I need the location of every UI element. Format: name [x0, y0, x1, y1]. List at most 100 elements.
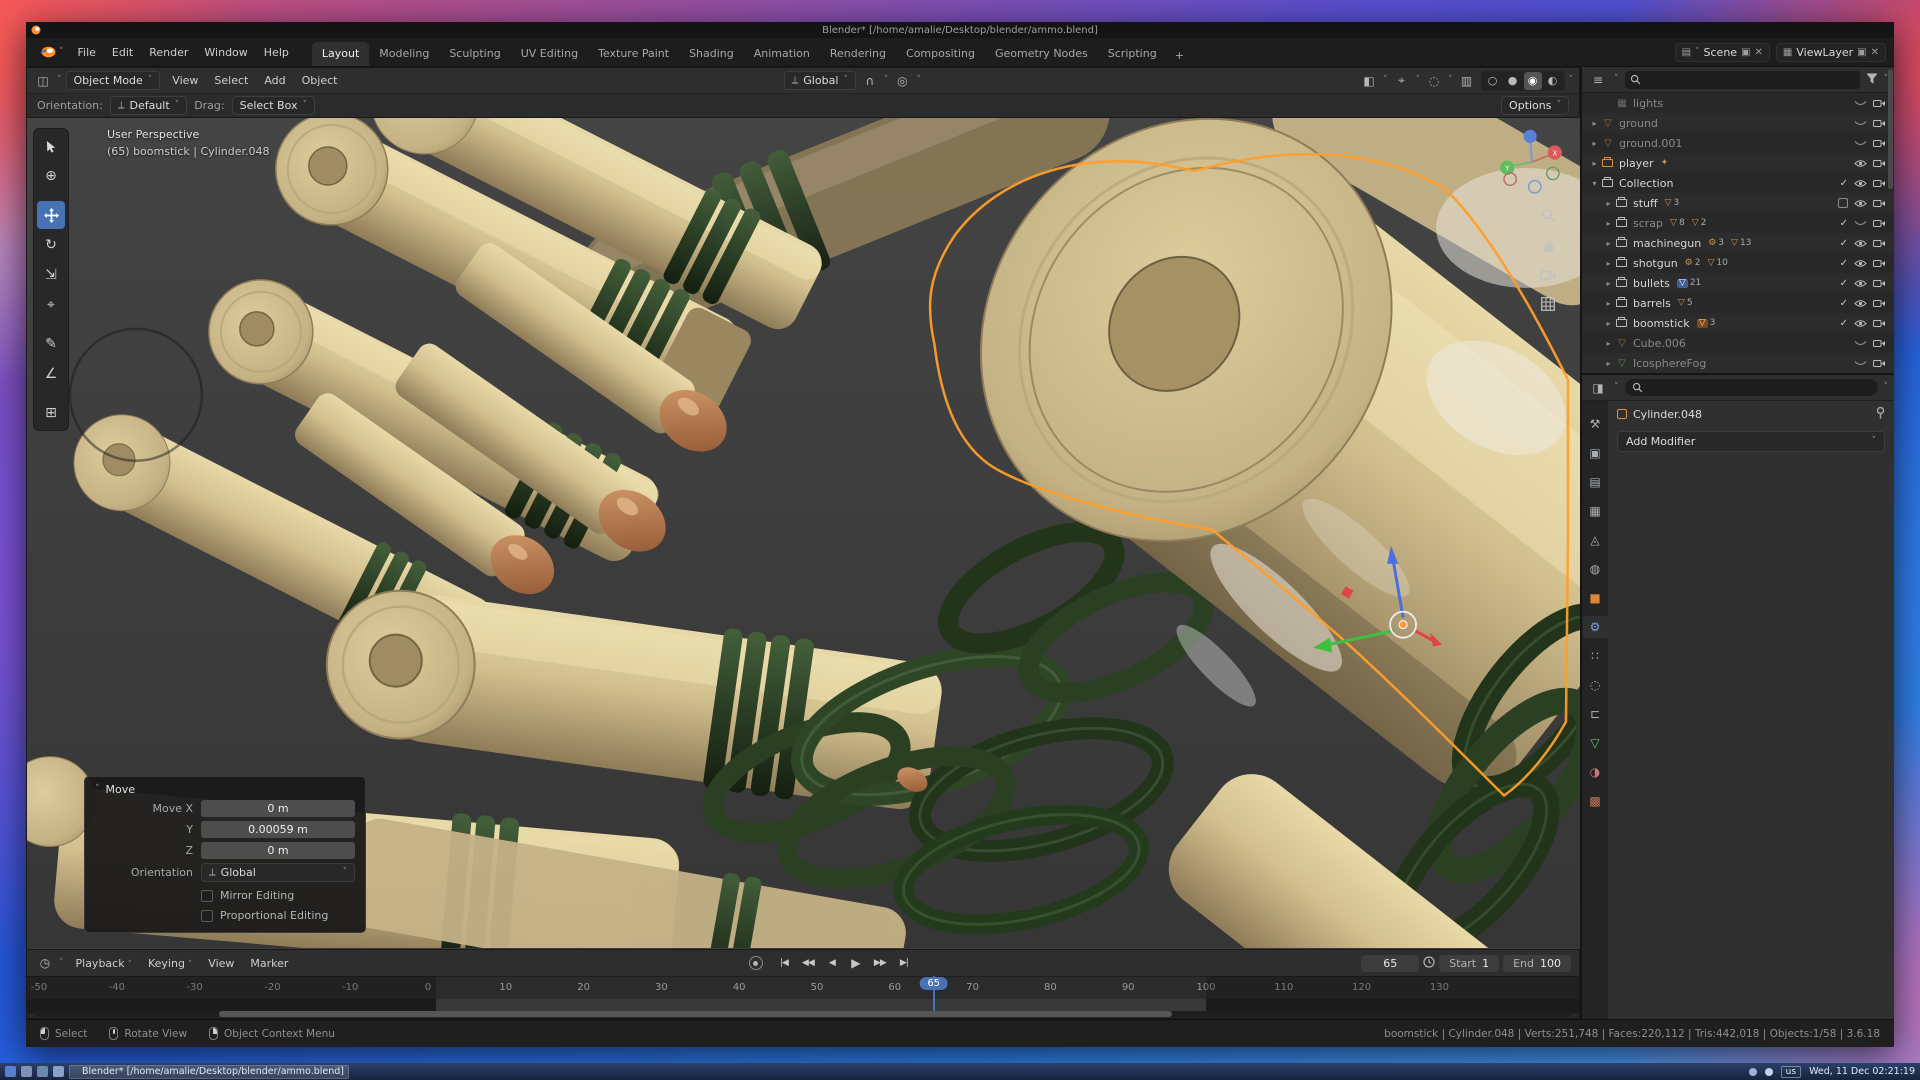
pin-icon[interactable] [1876, 407, 1885, 422]
outliner-row-machinegun[interactable]: ▸machinegun⚙3▽13✓ [1582, 233, 1894, 253]
auto-key-button[interactable] [749, 956, 763, 970]
expand-arrow-icon[interactable]: ▸ [1602, 339, 1615, 348]
camera-toggle-icon[interactable] [1873, 359, 1886, 368]
next-keyframe-button[interactable]: ▶▶ [869, 954, 891, 972]
viewport-menu-add[interactable]: Add [256, 71, 293, 90]
hide-toggle-icon[interactable] [1854, 140, 1867, 147]
check-toggle-icon[interactable]: ✓ [1840, 218, 1848, 229]
scene-selector[interactable]: ▤˅ Scene ▣ ✕ [1675, 43, 1770, 62]
tool-cursor[interactable]: ⊕ [37, 162, 65, 190]
transform-orientation-dropdown[interactable]: ⟂ Global˅ [784, 71, 856, 90]
use-preview-range-icon[interactable] [1423, 956, 1435, 971]
checkbox-icon[interactable] [201, 890, 213, 902]
workspace-tab-geometry-nodes[interactable]: Geometry Nodes [985, 42, 1098, 66]
tool-annotate[interactable]: ✎ [37, 330, 65, 358]
check-toggle-icon[interactable]: ✓ [1840, 238, 1848, 249]
taskbar-app-icon[interactable] [21, 1066, 32, 1077]
properties-tab-modifiers[interactable]: ⚙ [1583, 616, 1608, 638]
camera-toggle-icon[interactable] [1873, 179, 1886, 188]
tool-transform[interactable]: ⌖ [37, 291, 65, 319]
viewport-menu-view[interactable]: View [164, 71, 206, 90]
timeline-menu-playback[interactable]: Playback ˅ [68, 954, 140, 973]
hide-toggle-icon[interactable] [1854, 120, 1867, 127]
outliner-row-icospherefog[interactable]: ▸▽IcosphereFog [1582, 353, 1894, 373]
check-toggle-icon[interactable]: ✓ [1840, 258, 1848, 269]
tool-scale[interactable]: ⇲ [37, 261, 65, 289]
pan-hand-icon[interactable] [1541, 239, 1556, 257]
expand-arrow-icon[interactable]: ▸ [1602, 359, 1615, 368]
hide-toggle-icon[interactable] [1854, 360, 1867, 367]
overlays-icon[interactable]: ◌ [1424, 74, 1444, 88]
new-scene-icon[interactable]: ▣ [1741, 47, 1750, 58]
eye-toggle-icon[interactable] [1854, 319, 1867, 328]
eye-toggle-icon[interactable] [1854, 179, 1867, 188]
camera-toggle-icon[interactable] [1873, 339, 1886, 348]
shading-rendered-icon[interactable]: ◐ [1544, 72, 1562, 90]
checkbox-icon[interactable] [201, 910, 213, 922]
timeline-editor-icon[interactable]: ◷ [35, 956, 55, 970]
editor-type-icon[interactable]: ◫ [33, 74, 53, 88]
new-view-layer-icon[interactable]: ▣ [1857, 47, 1866, 58]
prev-keyframe-button[interactable]: ◀◀ [797, 954, 819, 972]
expand-arrow-icon[interactable]: ▸ [1602, 259, 1615, 268]
workspace-tab-texture-paint[interactable]: Texture Paint [588, 42, 679, 66]
hide-toggle-icon[interactable] [1854, 340, 1867, 347]
check-toggle-icon[interactable]: ✓ [1840, 318, 1848, 329]
properties-tab-texture[interactable]: ▩ [1583, 790, 1608, 812]
menu-file[interactable]: File [70, 43, 104, 62]
redo-checkbox-proportional-editing[interactable]: Proportional Editing [201, 909, 355, 922]
properties-tab-physics[interactable]: ◌ [1583, 674, 1608, 696]
timeline-scrollbar-thumb[interactable] [219, 1011, 1171, 1017]
camera-toggle-icon[interactable] [1873, 279, 1886, 288]
view-layer-selector[interactable]: ▦ ViewLayer ▣ ✕ [1776, 43, 1886, 62]
workspace-tab-sculpting[interactable]: Sculpting [439, 42, 510, 66]
eye-toggle-icon[interactable] [1854, 259, 1867, 268]
camera-toggle-icon[interactable] [1873, 319, 1886, 328]
workspace-tab-modeling[interactable]: Modeling [369, 42, 439, 66]
check-toggle-icon[interactable]: ✓ [1840, 178, 1848, 189]
outliner-row-collection[interactable]: ▾Collection✓ [1582, 173, 1894, 193]
shading-dropdown-icon[interactable]: ˅ [1569, 76, 1574, 85]
timeline-menu-keying[interactable]: Keying ˅ [140, 954, 200, 973]
menu-edit[interactable]: Edit [104, 43, 141, 62]
properties-tab-output[interactable]: ▤ [1583, 471, 1608, 493]
outliner-row-bullets[interactable]: ▸bullets▽21✓ [1582, 273, 1894, 293]
camera-toggle-icon[interactable] [1873, 219, 1886, 228]
timeline-menu-marker[interactable]: Marker [242, 954, 296, 973]
properties-tab-particles[interactable]: ∷ [1583, 645, 1608, 667]
redo-panel-move[interactable]: ˅ Move Move X0 mY0.00059 mZ0 m Orientati… [84, 776, 366, 933]
eye-toggle-icon[interactable] [1854, 299, 1867, 308]
close-view-layer-icon[interactable]: ✕ [1871, 47, 1879, 58]
play-button[interactable]: ▶ [845, 954, 867, 972]
properties-tab-render[interactable]: ▣ [1583, 442, 1608, 464]
taskbar-app-icon[interactable] [53, 1066, 64, 1077]
workspace-tab-compositing[interactable]: Compositing [896, 42, 985, 66]
properties-tab-data[interactable]: ▽ [1583, 732, 1608, 754]
outliner-row-shotgun[interactable]: ▸shotgun⚙2▽10✓ [1582, 253, 1894, 273]
checkbox-toggle-icon[interactable] [1838, 198, 1848, 208]
menu-window[interactable]: Window [196, 43, 255, 62]
tool-measure[interactable]: ∠ [37, 360, 65, 388]
redo-field-value[interactable]: 0 m [201, 842, 355, 859]
outliner-row-barrels[interactable]: ▸barrels▽5✓ [1582, 293, 1894, 313]
camera-toggle-icon[interactable] [1873, 139, 1886, 148]
eye-toggle-icon[interactable] [1854, 199, 1867, 208]
outliner-row-scrap[interactable]: ▸scrap▽8▽2✓ [1582, 213, 1894, 233]
close-scene-icon[interactable]: ✕ [1755, 47, 1763, 58]
taskbar-app-icon[interactable] [37, 1066, 48, 1077]
overlays-dropdown-icon[interactable]: ˅ [1448, 76, 1453, 85]
timeline-menu-view[interactable]: View [200, 954, 242, 973]
blender-logo[interactable]: ˅ [34, 46, 69, 58]
jump-end-button[interactable]: ▶| [893, 954, 915, 972]
frame-end-field[interactable]: End 100 [1503, 955, 1571, 972]
outliner-row-player[interactable]: ▸player✦ [1582, 153, 1894, 173]
hide-toggle-icon[interactable] [1854, 100, 1867, 107]
camera-toggle-icon[interactable] [1873, 159, 1886, 168]
expand-arrow-icon[interactable]: ▸ [1602, 239, 1615, 248]
gizmos-dropdown-icon[interactable]: ˅ [1416, 76, 1421, 85]
grid-toggle-icon[interactable] [1541, 297, 1555, 314]
options-button[interactable]: Options˅ [1501, 96, 1569, 115]
camera-view-icon[interactable] [1540, 270, 1556, 284]
workspace-tab-rendering[interactable]: Rendering [820, 42, 896, 66]
shading-wireframe-icon[interactable]: ○ [1484, 72, 1502, 90]
